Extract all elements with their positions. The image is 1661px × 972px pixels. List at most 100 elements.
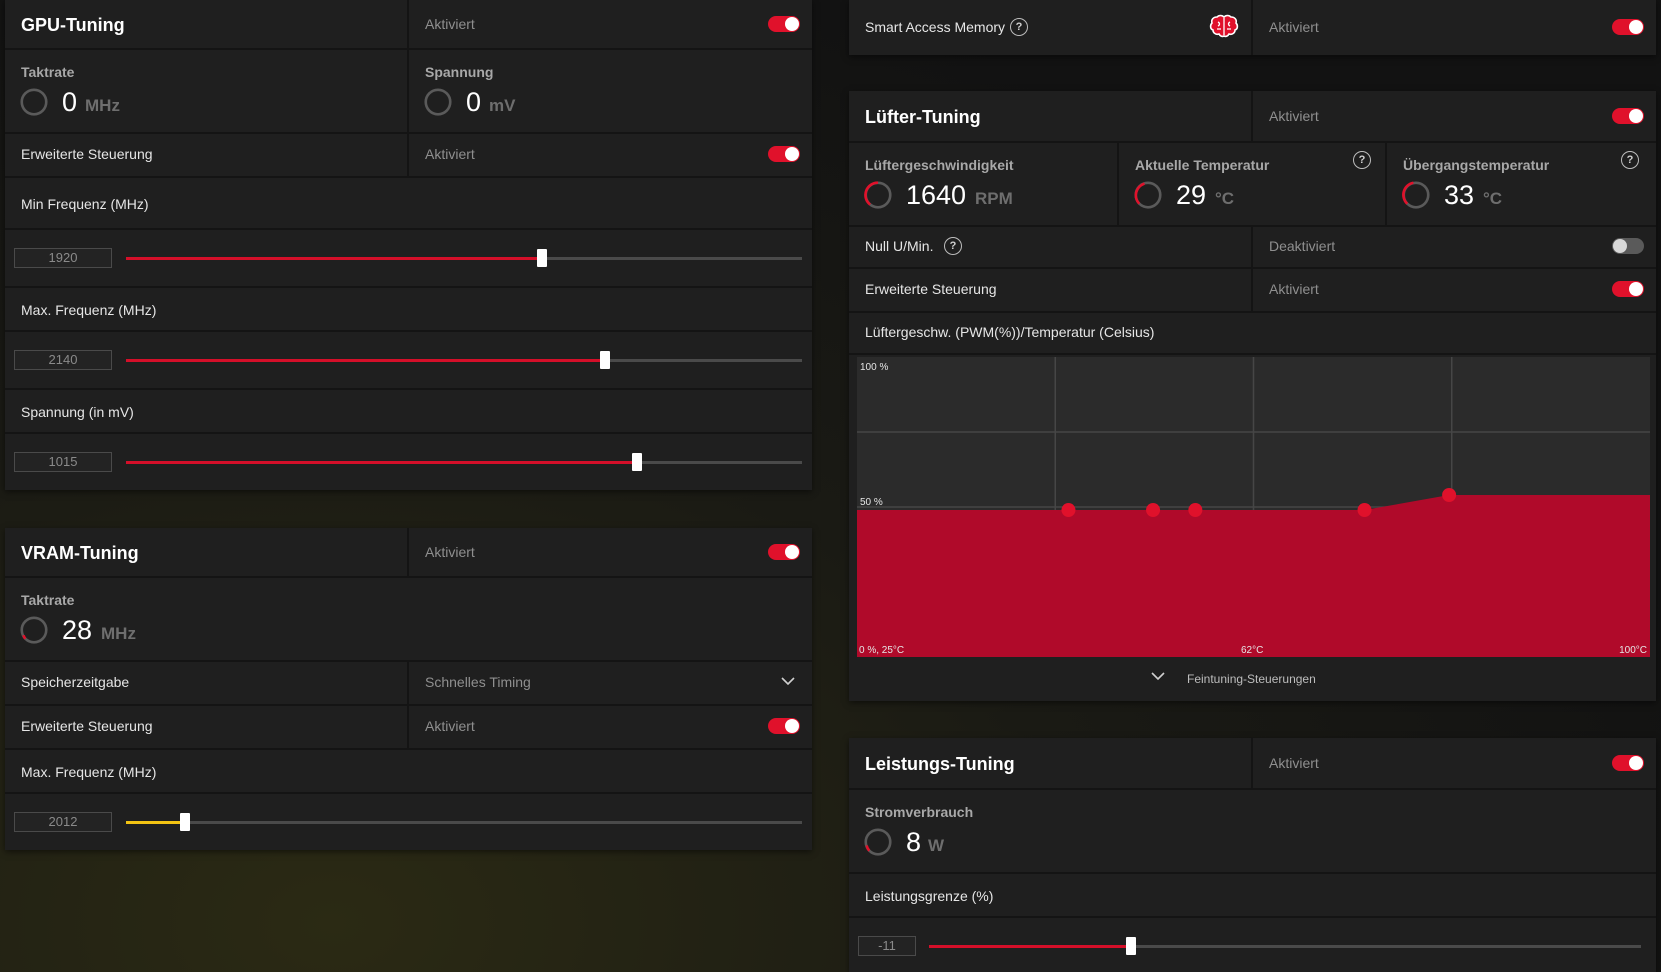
fan-tuning-panel: Lüfter-Tuning Aktiviert Lüftergeschwindi… bbox=[849, 91, 1656, 701]
fan-temp-gauge-icon bbox=[1134, 181, 1162, 209]
gpu-advanced-label: Erweiterte Steuerung bbox=[21, 146, 153, 162]
vram-timing-row: Speicherzeitgabe Schnelles Timing bbox=[5, 660, 812, 706]
fan-advanced-toggle[interactable] bbox=[1612, 281, 1644, 297]
fine-tuning-label: Feintuning-Steuerungen bbox=[1187, 672, 1316, 686]
vram-clock-value: 28 bbox=[62, 615, 93, 645]
vram-tuning-toggle[interactable] bbox=[768, 544, 800, 560]
vram-tuning-title: VRAM-Tuning bbox=[21, 543, 139, 563]
vram-max-freq-label: Max. Frequenz (MHz) bbox=[21, 764, 157, 780]
gpu-tuning-panel: GPU-Tuning Aktiviert Taktrate 0 MHz Span… bbox=[5, 0, 812, 490]
fan-junction-gauge-icon bbox=[1402, 181, 1430, 209]
vram-timing-value: Schnelles Timing bbox=[425, 674, 531, 690]
fan-temp-help-icon[interactable]: ? bbox=[1353, 151, 1371, 169]
gpu-advanced-toggle[interactable] bbox=[768, 146, 800, 162]
vram-status: Aktiviert bbox=[425, 544, 475, 560]
fan-curve-chart[interactable]: 100 % 50 % 0 %, 25°C 62°C 100°C bbox=[857, 357, 1650, 657]
chart-y-top-label: 100 % bbox=[860, 362, 888, 373]
gpu-clock-value: 0 bbox=[62, 87, 78, 117]
vram-advanced-label: Erweiterte Steuerung bbox=[21, 718, 153, 734]
gpu-max-freq-input[interactable]: 2140 bbox=[14, 350, 112, 370]
zero-rpm-label: Null U/Min. bbox=[865, 238, 934, 254]
gpu-min-freq-label-row: Min Frequenz (MHz) bbox=[5, 176, 812, 230]
power-gauge-icon bbox=[864, 828, 892, 856]
fan-tuning-toggle[interactable] bbox=[1612, 108, 1644, 124]
sam-help-icon[interactable]: ? bbox=[1010, 18, 1028, 36]
power-header-row: Leistungs-Tuning Aktiviert bbox=[849, 738, 1656, 790]
gpu-metrics-row: Taktrate 0 MHz Spannung 0 mV bbox=[5, 48, 812, 134]
vram-clock-unit: MHz bbox=[101, 624, 136, 643]
gpu-max-freq-thumb[interactable] bbox=[600, 351, 611, 369]
fan-advanced-label: Erweiterte Steuerung bbox=[865, 281, 997, 297]
zero-rpm-status: Deaktiviert bbox=[1269, 238, 1336, 254]
chevron-down-icon bbox=[1151, 672, 1165, 681]
vram-max-freq-slider-row: 2012 bbox=[5, 792, 812, 850]
vram-max-freq-thumb[interactable] bbox=[180, 813, 191, 831]
fan-curve-point-5[interactable] bbox=[1442, 488, 1457, 502]
power-consumption-label: Stromverbrauch bbox=[865, 804, 974, 820]
smart-access-memory-panel: Smart Access Memory ? Aktiviert bbox=[849, 0, 1656, 55]
fan-advanced-status: Aktiviert bbox=[1269, 281, 1319, 297]
sam-toggle[interactable] bbox=[1612, 19, 1644, 35]
zero-rpm-help-icon[interactable]: ? bbox=[944, 237, 962, 255]
fan-speed-unit: RPM bbox=[975, 189, 1013, 208]
power-limit-thumb[interactable] bbox=[1126, 937, 1137, 955]
zero-rpm-row: Null U/Min. ? Deaktiviert bbox=[849, 225, 1656, 269]
fan-junction-unit: °C bbox=[1483, 189, 1503, 208]
gpu-voltage-label: Spannung bbox=[425, 64, 494, 80]
fan-curve-point-1[interactable] bbox=[1061, 503, 1076, 517]
power-tuning-title: Leistungs-Tuning bbox=[865, 754, 1015, 774]
sam-label: Smart Access Memory bbox=[865, 19, 1006, 35]
power-consumption-unit: W bbox=[928, 836, 945, 855]
fan-junction-value: 33 bbox=[1444, 180, 1475, 210]
gpu-voltage-input[interactable]: 1015 bbox=[14, 452, 112, 472]
power-limit-input[interactable]: -11 bbox=[858, 936, 916, 956]
zero-rpm-toggle[interactable] bbox=[1612, 238, 1644, 254]
gpu-min-freq-input[interactable]: 1920 bbox=[14, 248, 112, 268]
vram-max-freq-label-row: Max. Frequenz (MHz) bbox=[5, 748, 812, 794]
vram-max-freq-slider[interactable] bbox=[126, 813, 802, 831]
fan-curve-point-3[interactable] bbox=[1188, 503, 1203, 517]
vram-advanced-toggle[interactable] bbox=[768, 718, 800, 734]
gpu-header-row: GPU-Tuning Aktiviert bbox=[5, 0, 812, 50]
gpu-tuning-toggle[interactable] bbox=[768, 16, 800, 32]
gpu-clock-gauge-icon bbox=[20, 88, 48, 116]
power-limit-slider-row: -11 bbox=[849, 916, 1656, 972]
gpu-voltage-slider[interactable] bbox=[126, 453, 802, 471]
fan-temp-label: Aktuelle Temperatur bbox=[1135, 157, 1270, 173]
power-limit-label-row: Leistungsgrenze (%) bbox=[849, 872, 1656, 918]
vram-max-freq-input[interactable]: 2012 bbox=[14, 812, 112, 832]
chart-x-start-label: 0 %, 25°C bbox=[859, 645, 904, 656]
power-limit-slider[interactable] bbox=[929, 937, 1641, 955]
gpu-voltage-label-row: Spannung (in mV) bbox=[5, 388, 812, 434]
fan-junction-help-icon[interactable]: ? bbox=[1621, 151, 1639, 169]
vram-header-row: VRAM-Tuning Aktiviert bbox=[5, 528, 812, 578]
power-tuning-toggle[interactable] bbox=[1612, 755, 1644, 771]
vram-timing-dropdown[interactable]: Schnelles Timing bbox=[407, 660, 812, 704]
power-status: Aktiviert bbox=[1269, 755, 1319, 771]
fan-temp-unit: °C bbox=[1215, 189, 1235, 208]
gpu-voltage-slider-row: 1015 bbox=[5, 432, 812, 490]
gpu-status: Aktiviert bbox=[425, 16, 475, 32]
fan-speed-gauge-icon bbox=[864, 181, 892, 209]
gpu-min-freq-label: Min Frequenz (MHz) bbox=[21, 196, 149, 212]
fan-speed-value: 1640 bbox=[906, 180, 967, 210]
vram-clock-gauge-icon bbox=[20, 616, 48, 644]
gpu-min-freq-slider[interactable] bbox=[126, 249, 802, 267]
fan-temp-value: 29 bbox=[1176, 180, 1207, 210]
gpu-clock-unit: MHz bbox=[85, 96, 120, 115]
gpu-min-freq-slider-row: 1920 bbox=[5, 228, 812, 288]
fine-tuning-row[interactable]: Feintuning-Steuerungen bbox=[849, 661, 1656, 701]
gpu-voltage-slider-label: Spannung (in mV) bbox=[21, 404, 134, 420]
chevron-down-icon bbox=[781, 677, 795, 686]
gpu-voltage-value: 0 bbox=[466, 87, 482, 117]
gpu-max-freq-slider[interactable] bbox=[126, 351, 802, 369]
vram-advanced-status: Aktiviert bbox=[425, 718, 475, 734]
fan-curve-label-row: Lüftergeschw. (PWM(%))/Temperatur (Celsi… bbox=[849, 311, 1656, 355]
fan-curve-point-2[interactable] bbox=[1146, 503, 1161, 517]
gpu-tuning-title: GPU-Tuning bbox=[21, 15, 125, 35]
gpu-advanced-status: Aktiviert bbox=[425, 146, 475, 162]
gpu-min-freq-thumb[interactable] bbox=[536, 249, 547, 267]
gpu-voltage-thumb[interactable] bbox=[632, 453, 643, 471]
power-limit-label: Leistungsgrenze (%) bbox=[865, 888, 994, 904]
fan-curve-point-4[interactable] bbox=[1357, 503, 1372, 517]
